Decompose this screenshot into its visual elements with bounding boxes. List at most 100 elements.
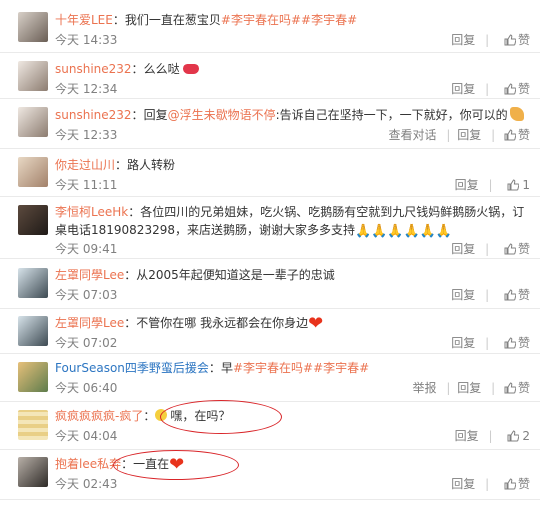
like-button[interactable]: 1 xyxy=(505,178,530,192)
annotation-oval xyxy=(160,400,282,434)
timestamp: 今天 12:33 xyxy=(55,128,118,142)
reply-button[interactable]: 回复 xyxy=(451,336,475,350)
thumbs-up-icon xyxy=(504,337,516,349)
reply-prefix: 回复 xyxy=(143,108,168,122)
divider: | xyxy=(446,128,451,142)
username-link[interactable]: 你走过山川 xyxy=(55,158,115,172)
like-button[interactable]: 赞 xyxy=(502,288,530,302)
list-item: 左罩同學Lee：不管你在哪 我永远都会在你身边❤ 今天 07:02 回复 | 赞 xyxy=(0,309,540,354)
reply-button[interactable]: 回复 xyxy=(451,288,475,302)
divider: | xyxy=(488,178,493,192)
hashtag-link[interactable]: #李宇春# xyxy=(313,361,369,375)
list-item: sunshine232：回复@浮生未歇物语不停:告诉自己在坚持一下，一下就好，你… xyxy=(0,99,540,149)
avatar[interactable] xyxy=(18,316,48,346)
avatar[interactable] xyxy=(18,61,48,91)
username-link[interactable]: 抱着lee私奔 xyxy=(55,457,121,471)
avatar[interactable] xyxy=(18,457,48,487)
avatar[interactable] xyxy=(18,157,48,187)
comment-list: 十年爱LEE：我们一直在葱宝贝#李宇春在吗##李宇春# 今天 14:33 回复 … xyxy=(0,0,540,506)
like-button[interactable]: 赞 xyxy=(502,381,530,395)
username-link[interactable]: sunshine232 xyxy=(55,62,132,76)
list-item: 左罩同學Lee：从2005年起便知道这是一辈子的忠诚 今天 07:03 回复 |… xyxy=(0,259,540,309)
timestamp: 今天 04:04 xyxy=(55,429,118,443)
list-item: 你走过山川：路人转粉 今天 11:11 回复 | 1 xyxy=(0,149,540,197)
avatar[interactable] xyxy=(18,410,48,440)
hashtag-link[interactable]: #李宇春# xyxy=(301,13,357,27)
like-count: 1 xyxy=(522,178,530,192)
like-label: 赞 xyxy=(517,33,530,47)
like-button[interactable]: 赞 xyxy=(502,128,530,142)
list-item: sunshine232：么么哒 今天 12:34 回复 | 赞 xyxy=(0,53,540,99)
comment-text: 路人转粉 xyxy=(127,158,176,172)
hashtag-link[interactable]: #李宇春在吗# xyxy=(233,361,313,375)
like-label: 赞 xyxy=(517,381,530,395)
reply-button[interactable]: 回复 xyxy=(457,381,481,395)
divider: | xyxy=(485,82,490,96)
timestamp: 今天 07:03 xyxy=(55,288,118,302)
divider: | xyxy=(488,429,493,443)
timestamp: 今天 12:34 xyxy=(55,82,118,96)
reply-button[interactable]: 回复 xyxy=(455,429,479,443)
timestamp: 今天 02:43 xyxy=(55,477,118,491)
comment-text: 从2005年起便知道这是一辈子的忠诚 xyxy=(136,268,335,282)
username-link[interactable]: 十年爱LEE xyxy=(55,13,113,27)
avatar[interactable] xyxy=(18,268,48,298)
like-label: 赞 xyxy=(517,336,530,350)
avatar[interactable] xyxy=(18,205,48,235)
username-link[interactable]: 左罩同學Lee xyxy=(55,268,124,282)
divider: | xyxy=(491,381,496,395)
like-button[interactable]: 2 xyxy=(505,429,530,443)
thumbs-up-icon xyxy=(504,129,516,141)
reply-button[interactable]: 回复 xyxy=(457,128,481,142)
heart-emoji-icon: ❤ xyxy=(308,313,324,334)
like-button[interactable]: 赞 xyxy=(502,242,530,256)
view-dialog-link[interactable]: 查看对话 xyxy=(389,128,437,142)
strong-arm-emoji-icon xyxy=(509,107,524,121)
divider: | xyxy=(485,242,490,256)
reply-button[interactable]: 回复 xyxy=(451,82,475,96)
like-label: 赞 xyxy=(517,477,530,491)
like-label: 赞 xyxy=(517,288,530,302)
divider: | xyxy=(485,288,490,302)
thumbs-up-icon xyxy=(504,243,516,255)
thumbs-up-icon xyxy=(504,478,516,490)
timestamp: 今天 11:11 xyxy=(55,178,118,192)
like-button[interactable]: 赞 xyxy=(502,82,530,96)
thumbs-up-icon xyxy=(504,83,516,95)
comment-text: :告诉自己在坚持一下，一下就好，你可以的 xyxy=(275,108,508,122)
mention-link[interactable]: @浮生未歇物语不停 xyxy=(168,108,276,122)
report-button[interactable]: 举报 xyxy=(413,381,437,395)
username-link[interactable]: sunshine232 xyxy=(55,108,132,122)
list-item: 疯疯疯疯疯-疯了： 嘿，在吗？ 今天 04:04 回复 | 2 xyxy=(0,400,540,450)
divider: | xyxy=(485,33,490,47)
divider: | xyxy=(485,336,490,350)
reply-button[interactable]: 回复 xyxy=(451,242,475,256)
divider: | xyxy=(491,128,496,142)
like-count: 2 xyxy=(522,429,530,443)
like-button[interactable]: 赞 xyxy=(502,477,530,491)
like-button[interactable]: 赞 xyxy=(502,33,530,47)
reply-button[interactable]: 回复 xyxy=(451,33,475,47)
avatar[interactable] xyxy=(18,12,48,42)
comment-text: 么么哒 xyxy=(143,62,180,76)
username-link[interactable]: FourSeason四季野蛮后援会 xyxy=(55,361,209,375)
username-link[interactable]: 李恒柯LeeHk xyxy=(55,205,128,219)
like-label: 赞 xyxy=(517,82,530,96)
like-label: 赞 xyxy=(517,128,530,142)
avatar[interactable] xyxy=(18,107,48,137)
username-link[interactable]: 左罩同學Lee xyxy=(55,316,124,330)
like-label: 赞 xyxy=(517,242,530,256)
username-link[interactable]: 疯疯疯疯疯-疯了 xyxy=(55,409,143,423)
thumbs-up-icon xyxy=(504,34,516,46)
thumbs-up-icon xyxy=(507,430,520,442)
comment-text: 我们一直在葱宝贝 xyxy=(124,13,221,27)
reply-button[interactable]: 回复 xyxy=(451,477,475,491)
list-item: 抱着lee私奔：一直在❤ 今天 02:43 回复 | 赞 xyxy=(0,450,540,500)
avatar[interactable] xyxy=(18,362,48,392)
annotation-oval xyxy=(113,450,239,480)
timestamp: 今天 09:41 xyxy=(55,242,118,256)
reply-button[interactable]: 回复 xyxy=(455,178,479,192)
like-button[interactable]: 赞 xyxy=(502,336,530,350)
thumbs-up-icon xyxy=(504,382,516,394)
hashtag-link[interactable]: #李宇春在吗# xyxy=(221,13,301,27)
